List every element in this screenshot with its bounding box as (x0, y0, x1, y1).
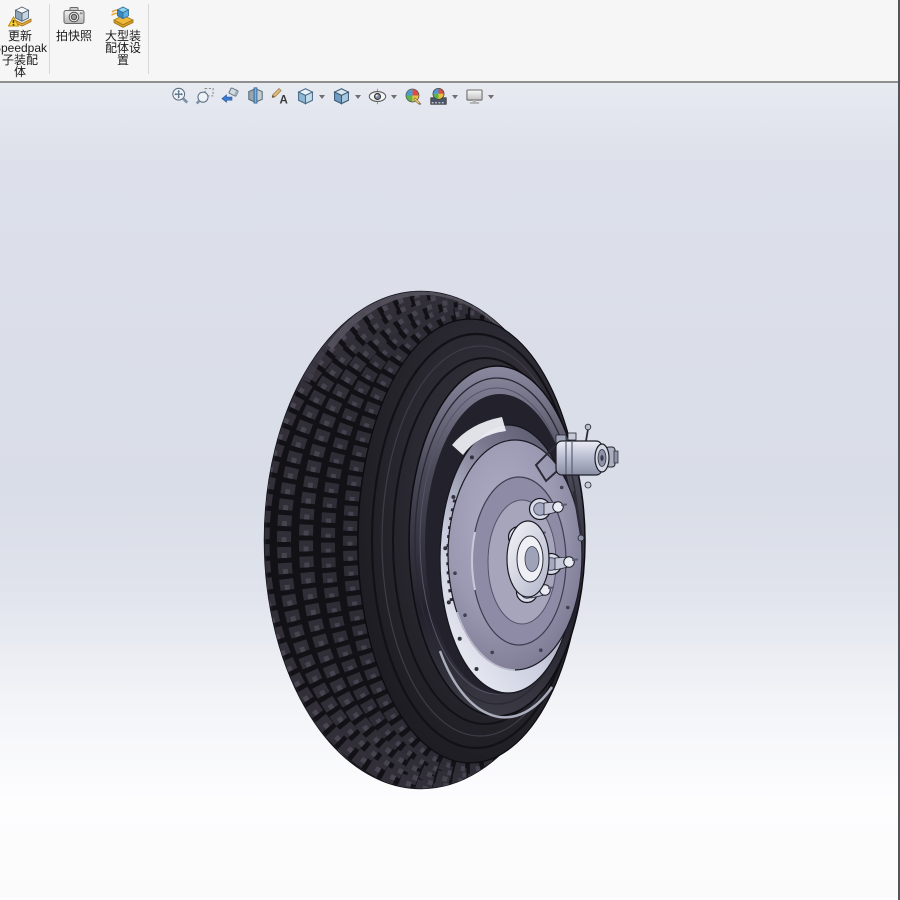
apply-scene-button[interactable] (426, 85, 451, 108)
hide-show-items-dropdown-caret[interactable] (391, 95, 397, 99)
zoom-to-area-icon (195, 86, 216, 107)
button-label-line: 置 (117, 54, 129, 66)
main-toolbar: 更新 Speedpak 子装配 体 拍快照 (0, 0, 900, 83)
annotation-a-icon: A (270, 86, 291, 107)
monitor-icon (464, 86, 485, 107)
update-speedpak-button[interactable]: 更新 Speedpak 子装配 体 (0, 0, 49, 78)
eye-icon (367, 86, 388, 107)
zoom-to-fit-button[interactable] (168, 85, 193, 108)
section-view-icon (245, 86, 266, 107)
section-view-button[interactable] (243, 85, 268, 108)
button-label-line: 拍快照 (56, 30, 92, 42)
toolbar-separator (148, 4, 149, 74)
take-snapshot-button[interactable]: 拍快照 (50, 0, 98, 42)
zoom-to-area-button[interactable] (193, 85, 218, 108)
rim-and-hub-motor (409, 366, 618, 717)
hub-center-bore (507, 521, 549, 597)
display-style-button[interactable] (329, 85, 354, 108)
update-speedpak-icon (7, 3, 33, 29)
edit-appearance-button[interactable] (401, 85, 426, 108)
camera-icon (61, 3, 87, 29)
svg-text:A: A (279, 94, 288, 106)
zoom-to-fit-icon (170, 86, 191, 107)
heads-up-view-toolbar: A (168, 85, 498, 108)
display-style-dropdown-caret[interactable] (355, 95, 361, 99)
large-assembly-icon (110, 3, 136, 29)
orientation-cube-icon (295, 86, 316, 107)
graphics-viewport[interactable]: A (0, 83, 900, 898)
appearance-ball-pencil-icon (403, 86, 424, 107)
wheel-assembly-model[interactable] (0, 83, 900, 898)
apply-scene-dropdown-caret[interactable] (452, 95, 458, 99)
previous-view-button[interactable] (218, 85, 243, 108)
solidworks-window: 更新 Speedpak 子装配 体 拍快照 (0, 0, 900, 900)
scene-ball-icon (428, 86, 449, 107)
view-settings-button[interactable] (462, 85, 487, 108)
dynamic-annotation-views-button[interactable]: A (268, 85, 293, 108)
button-label-line: 体 (14, 66, 26, 78)
view-settings-dropdown-caret[interactable] (488, 95, 494, 99)
previous-view-icon (220, 86, 241, 107)
view-orientation-dropdown-caret[interactable] (319, 95, 325, 99)
display-style-cube-icon (331, 86, 352, 107)
view-orientation-button[interactable] (293, 85, 318, 108)
large-assembly-settings-button[interactable]: 大型装 配体设 置 (98, 0, 148, 66)
hide-show-items-button[interactable] (365, 85, 390, 108)
